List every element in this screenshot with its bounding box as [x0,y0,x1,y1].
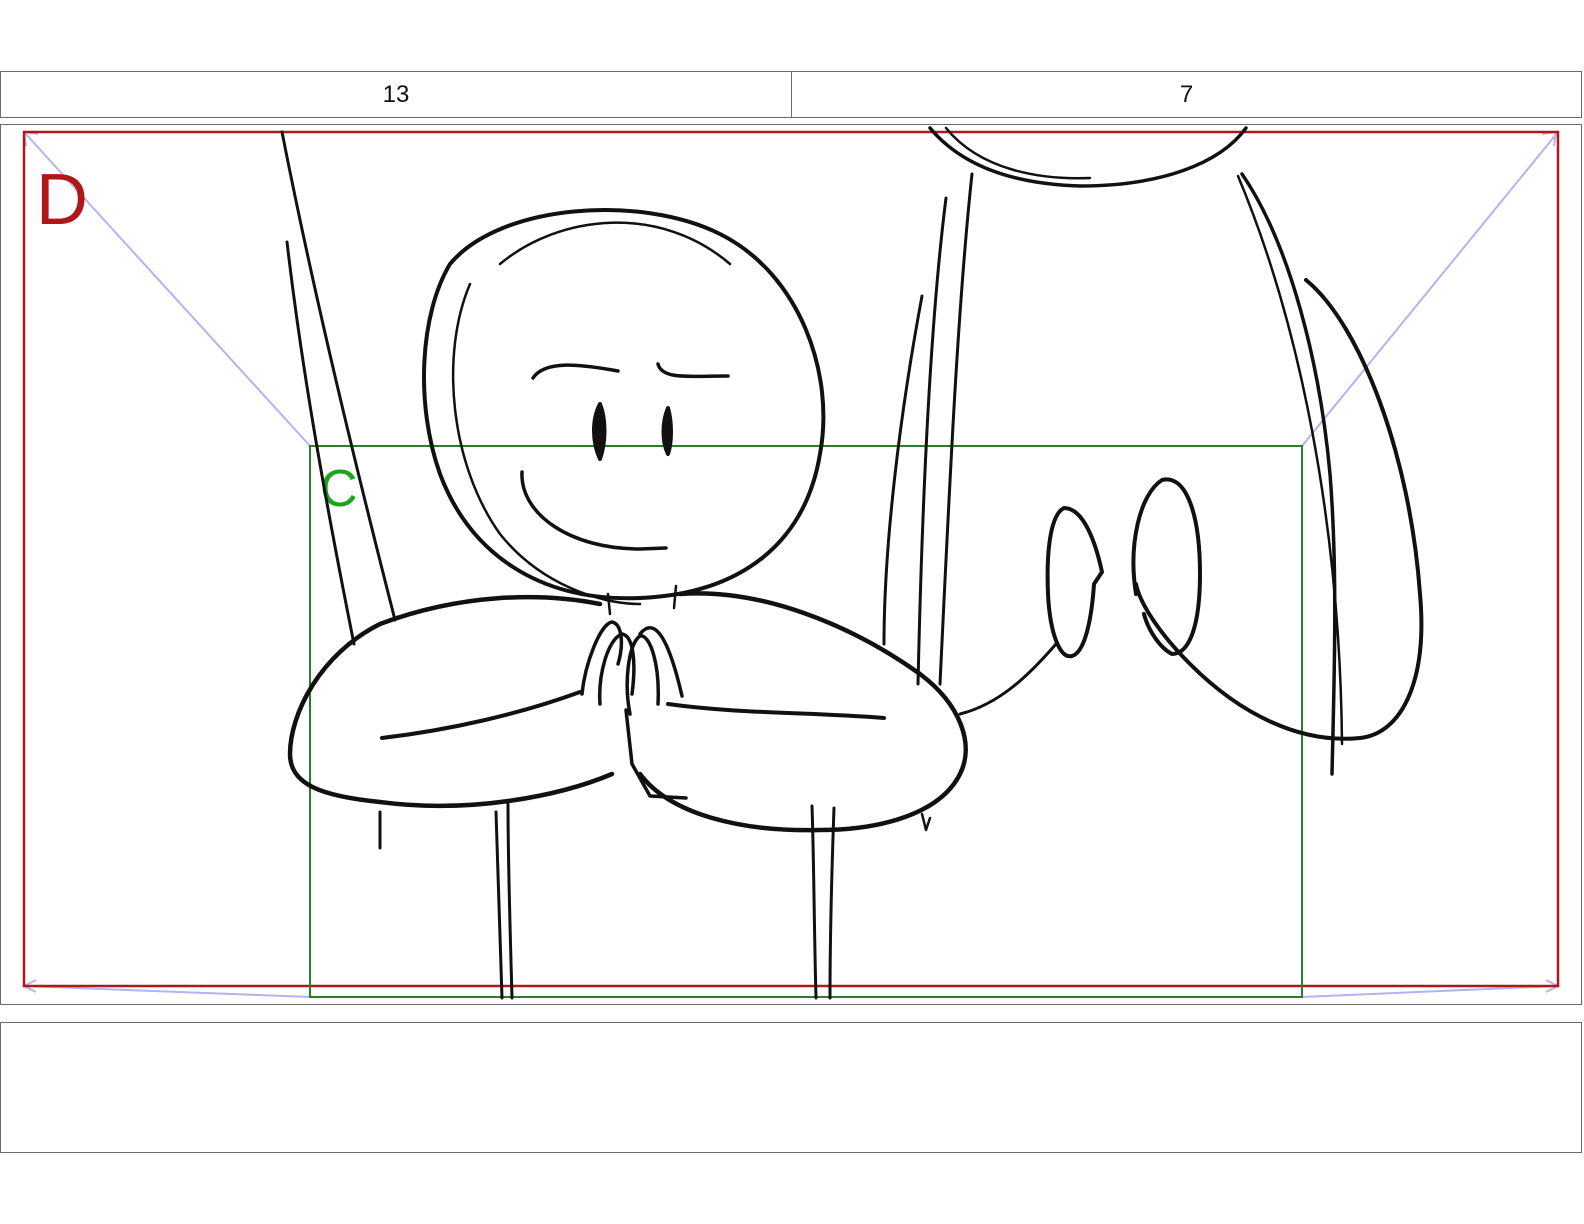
scene-number: 13 [1,72,792,117]
frame-c-rect [309,445,1303,998]
frame-d-label: D [36,160,88,240]
storyboard-panel-drawing: D C [21,126,1561,1000]
panel-number: 7 [1179,80,1194,108]
character-sketch [280,126,1424,1000]
frame-d-rect [22,130,1560,988]
panel-notes-box[interactable] [0,1022,1582,1153]
panel-header-row: 13 7 [0,71,1582,118]
camera-move-guides [21,130,1561,998]
